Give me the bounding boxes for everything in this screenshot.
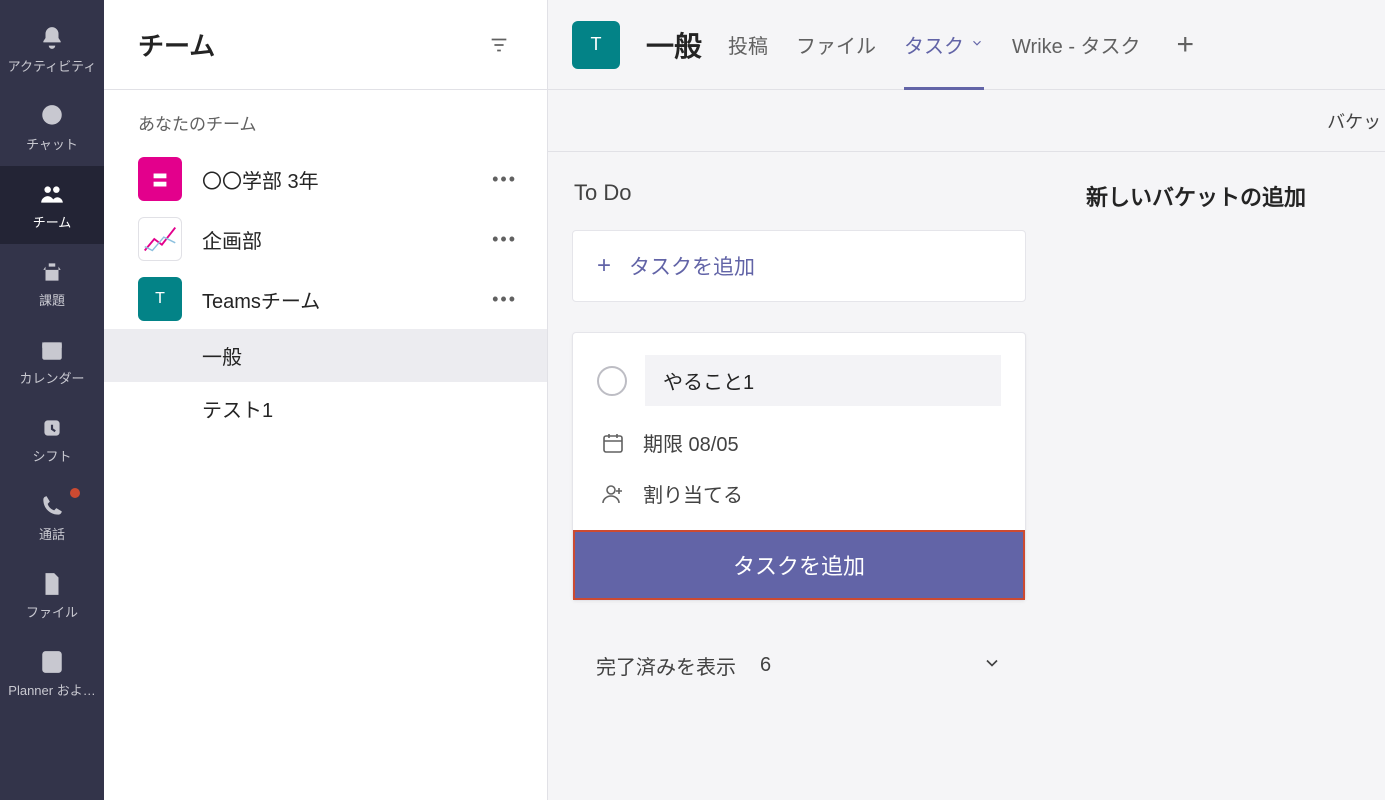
- team-row[interactable]: 〓 〇〇学部 3年 •••: [104, 149, 547, 209]
- rail-chat[interactable]: チャット: [0, 88, 104, 166]
- calendar-icon: [601, 431, 625, 455]
- show-completed-row[interactable]: 完了済みを表示 6: [572, 631, 1026, 700]
- tab-files[interactable]: ファイル: [796, 0, 876, 89]
- channel-avatar: T: [572, 21, 620, 69]
- your-teams-label: あなたのチーム: [104, 110, 547, 149]
- team-row[interactable]: T Teamsチーム •••: [104, 269, 547, 329]
- board: To Do + タスクを追加 期限 08/05: [548, 152, 1385, 800]
- rail-label: アクティビティ: [8, 56, 97, 75]
- team-avatar: 〓: [138, 157, 182, 201]
- channel-general[interactable]: 一般: [104, 329, 547, 382]
- planner-icon: [38, 648, 66, 676]
- team-name: Teamsチーム: [202, 285, 464, 314]
- channel-name: 一般: [202, 341, 242, 370]
- add-tab-button[interactable]: +: [1169, 28, 1203, 62]
- teams-header: チーム: [104, 0, 547, 90]
- task-assign-label: 割り当てる: [643, 479, 743, 508]
- rail-label: Planner およ…: [8, 680, 95, 699]
- team-more-button[interactable]: •••: [484, 225, 525, 254]
- team-avatar: [138, 217, 182, 261]
- tab-posts[interactable]: 投稿: [728, 0, 768, 89]
- rail-calls[interactable]: 通話: [0, 478, 104, 556]
- notification-badge: [70, 488, 80, 498]
- teams-body: あなたのチーム 〓 〇〇学部 3年 ••• 企画部 ••• T Teamsチーム…: [104, 90, 547, 800]
- board-toolbar: バケットでグループ化: [548, 90, 1385, 152]
- teams-title: チーム: [138, 26, 215, 63]
- rail-label: ファイル: [26, 602, 78, 621]
- assignments-icon: [38, 258, 66, 286]
- plus-icon: +: [597, 252, 611, 280]
- completed-label: 完了済みを表示: [596, 651, 736, 680]
- team-name: 〇〇学部 3年: [202, 165, 464, 194]
- team-row[interactable]: 企画部 •••: [104, 209, 547, 269]
- add-task-label: タスクを追加: [629, 251, 755, 281]
- rail-label: チャット: [26, 134, 78, 153]
- app-rail: アクティビティ チャット チーム 課題 カレンダー シフト 通話: [0, 0, 104, 800]
- rail-planner[interactable]: Planner およ…: [0, 634, 104, 712]
- new-task-card: 期限 08/05 割り当てる タスクを追加: [572, 332, 1026, 601]
- team-avatar: T: [138, 277, 182, 321]
- group-by-dropdown[interactable]: バケットでグループ化: [1327, 108, 1385, 134]
- assign-icon: [601, 482, 625, 506]
- calls-icon: [38, 492, 66, 520]
- rail-label: 通話: [39, 524, 65, 543]
- completed-count: 6: [760, 654, 771, 677]
- rail-activity[interactable]: アクティビティ: [0, 10, 104, 88]
- team-name: 企画部: [202, 225, 464, 254]
- filter-button[interactable]: [485, 31, 513, 59]
- task-title-input[interactable]: [645, 355, 1001, 406]
- channel-name: テスト1: [202, 394, 273, 423]
- rail-label: シフト: [32, 446, 71, 465]
- task-assign-row[interactable]: 割り当てる: [597, 479, 1001, 508]
- new-bucket[interactable]: 新しいバケットの追加: [1086, 180, 1385, 772]
- shifts-icon: [38, 414, 66, 442]
- task-due-row[interactable]: 期限 08/05: [597, 428, 1001, 457]
- rail-label: カレンダー: [19, 368, 84, 387]
- team-more-button[interactable]: •••: [484, 285, 525, 314]
- bucket-title: To Do: [572, 180, 1026, 206]
- task-due-label: 期限 08/05: [643, 428, 739, 457]
- bucket-todo: To Do + タスクを追加 期限 08/05: [572, 180, 1026, 772]
- tab-wrike[interactable]: Wrike - タスク: [1012, 0, 1141, 89]
- add-task-row[interactable]: + タスクを追加: [572, 230, 1026, 302]
- rail-shifts[interactable]: シフト: [0, 400, 104, 478]
- task-add-button[interactable]: タスクを追加: [573, 530, 1025, 600]
- group-by-label: バケットでグループ化: [1327, 108, 1385, 134]
- chevron-down-icon: [970, 33, 984, 56]
- teams-icon: [38, 180, 66, 208]
- rail-files[interactable]: ファイル: [0, 556, 104, 634]
- channel-test1[interactable]: テスト1: [104, 382, 547, 435]
- new-bucket-title: 新しいバケットの追加: [1086, 180, 1385, 212]
- rail-calendar[interactable]: カレンダー: [0, 322, 104, 400]
- rail-teams[interactable]: チーム: [0, 166, 104, 244]
- rail-label: チーム: [33, 212, 72, 231]
- teams-panel: チーム あなたのチーム 〓 〇〇学部 3年 ••• 企画部 ••• T Team…: [104, 0, 548, 800]
- tab-tasks[interactable]: タスク: [904, 0, 984, 89]
- channel-title: 一般: [646, 25, 702, 65]
- main-content: T 一般 投稿 ファイル タスク Wrike - タスク + バケットでグループ…: [548, 0, 1385, 800]
- chat-icon: [38, 102, 66, 130]
- tabs: 投稿 ファイル タスク Wrike - タスク +: [728, 0, 1202, 89]
- rail-assignments[interactable]: 課題: [0, 244, 104, 322]
- task-complete-circle[interactable]: [597, 366, 627, 396]
- bell-icon: [38, 24, 66, 52]
- team-more-button[interactable]: •••: [484, 165, 525, 194]
- chevron-down-icon: [982, 653, 1002, 679]
- files-icon: [38, 570, 66, 598]
- calendar-icon: [38, 336, 66, 364]
- main-header: T 一般 投稿 ファイル タスク Wrike - タスク +: [548, 0, 1385, 90]
- rail-label: 課題: [39, 290, 65, 309]
